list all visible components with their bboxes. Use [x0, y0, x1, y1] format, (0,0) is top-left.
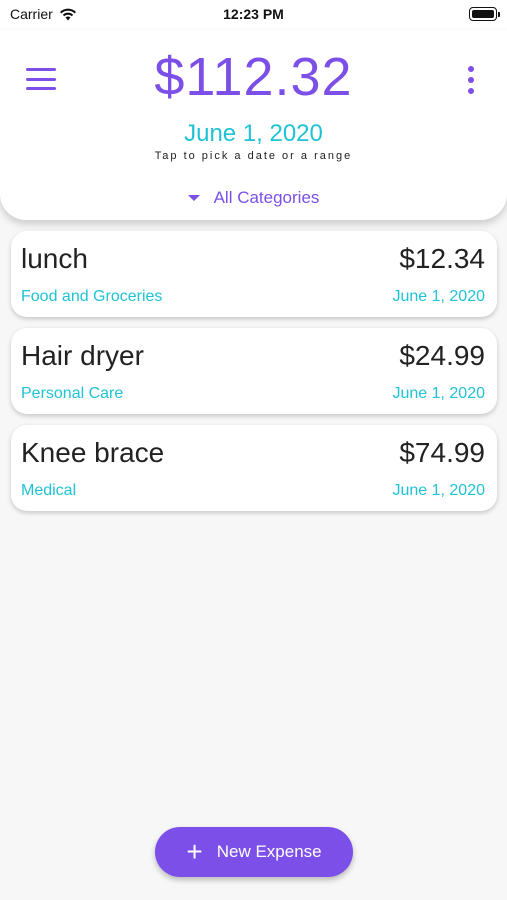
- expense-category: Personal Care: [21, 385, 124, 402]
- status-bar: Carrier 12:23 PM: [0, 0, 507, 30]
- expense-amount: $74.99: [399, 437, 485, 468]
- category-filter-label: All Categories: [213, 188, 320, 207]
- expense-card[interactable]: Knee brace $74.99 Medical June 1, 2020: [11, 425, 497, 511]
- expense-card[interactable]: lunch $12.34 Food and Groceries June 1, …: [11, 231, 497, 317]
- expense-date: June 1, 2020: [392, 482, 485, 499]
- new-expense-label: New Expense: [216, 842, 322, 861]
- expense-category: Food and Groceries: [21, 288, 163, 305]
- expense-date: June 1, 2020: [392, 385, 485, 402]
- status-time: 12:23 PM: [223, 6, 284, 22]
- new-expense-button[interactable]: + New Expense: [155, 827, 353, 877]
- expense-amount: $12.34: [399, 243, 485, 274]
- total-amount: $112.32: [154, 47, 353, 107]
- expense-amount: $24.99: [399, 340, 485, 371]
- battery-icon: [469, 7, 500, 21]
- date-picker[interactable]: June 1, 2020: [0, 120, 507, 148]
- plus-icon: +: [186, 836, 203, 867]
- dropdown-arrow-icon: [187, 195, 200, 201]
- expense-title: lunch: [21, 243, 88, 274]
- expense-category: Medical: [21, 482, 77, 499]
- expense-title: Knee brace: [21, 437, 165, 468]
- more-vertical-icon[interactable]: [467, 66, 475, 94]
- category-filter[interactable]: All Categories: [0, 188, 507, 208]
- expense-title: Hair dryer: [21, 340, 144, 371]
- expense-card[interactable]: Hair dryer $24.99 Personal Care June 1, …: [11, 328, 497, 414]
- date-hint: Tap to pick a date or a range: [154, 150, 353, 162]
- summary-header: $112.32 June 1, 2020 Tap to pick a date …: [0, 30, 507, 220]
- expense-date: June 1, 2020: [392, 288, 485, 305]
- expense-list: lunch $12.34 Food and Groceries June 1, …: [11, 231, 497, 522]
